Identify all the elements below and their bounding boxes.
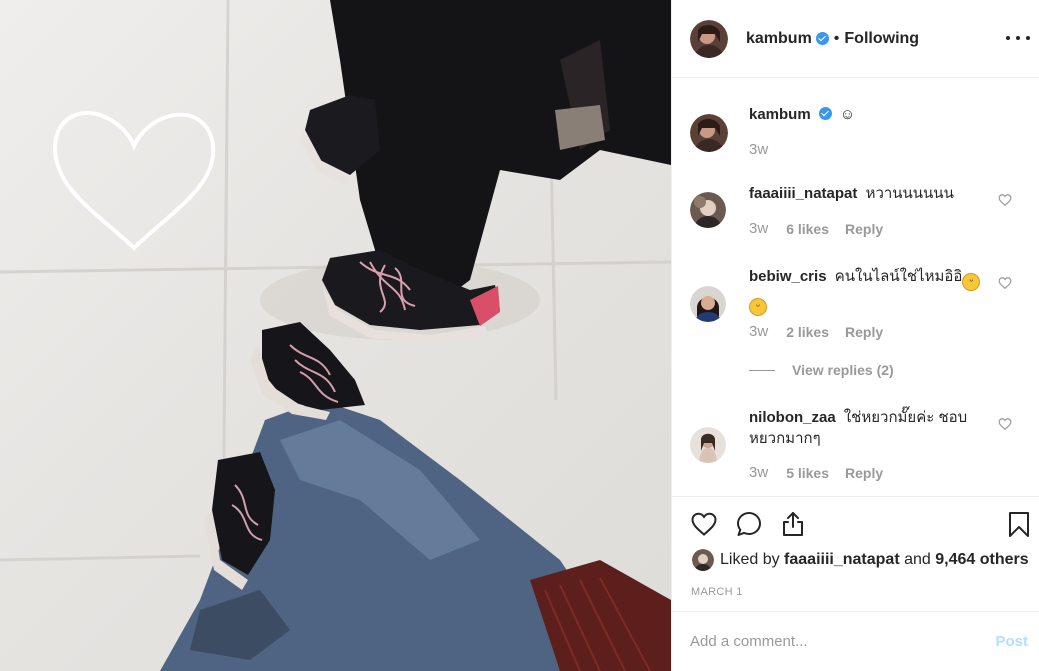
comment-likes[interactable]: 2 likes	[786, 324, 829, 340]
caption-meta: 3w	[749, 141, 786, 158]
comment-input[interactable]	[690, 633, 996, 650]
author-username[interactable]: kambum	[746, 30, 812, 48]
verified-badge-icon	[815, 32, 829, 45]
comment-body: bebiw_cris คนในไลน์ใช่ไหมอิอิ ᵕ ᵕ	[749, 266, 994, 316]
grinning-emoji-icon: ᵕ	[962, 273, 981, 291]
caption-body: kambum ☺	[749, 104, 994, 125]
view-replies-line	[749, 369, 775, 371]
comment-like-heart-icon[interactable]	[998, 193, 1012, 207]
caption-avatar[interactable]	[690, 114, 728, 152]
comment-likes[interactable]: 6 likes	[786, 221, 829, 237]
commenter-avatar[interactable]	[690, 427, 726, 463]
liked-by-row: Liked by faaaiiii_natapat and 9,464 othe…	[692, 549, 1029, 571]
comment-body: nilobon_zaa ใช่หยวกมั๊ยค่ะ ชอบหยวกมากๆ	[749, 407, 994, 449]
comment-time[interactable]: 3w	[749, 464, 768, 481]
reply-button[interactable]: Reply	[845, 221, 883, 237]
comment-time[interactable]: 3w	[749, 323, 768, 340]
following-button[interactable]: Following	[844, 30, 919, 48]
commenter-avatar[interactable]	[690, 286, 726, 322]
header-separator: •	[833, 29, 840, 47]
grinning-emoji-icon: ᵕ	[749, 298, 767, 316]
caption-username[interactable]: kambum	[749, 106, 811, 123]
comment-meta: 3w 5 likes Reply	[749, 464, 899, 481]
comment-likes[interactable]: 5 likes	[786, 465, 829, 481]
comment-meta: 3w 2 likes Reply	[749, 323, 899, 340]
comment-text: หวานนนนนน	[865, 185, 954, 202]
verified-badge-icon	[818, 107, 832, 120]
comment-username[interactable]: bebiw_cris	[749, 268, 827, 285]
post-detail-panel: kambum • Following kambum ☺ 3w faaaiiii_…	[671, 0, 1039, 671]
post-header: kambum • Following	[672, 0, 1039, 78]
share-icon[interactable]	[779, 510, 807, 538]
liked-by-user[interactable]: faaaiiii_natapat	[784, 551, 900, 568]
commenter-avatar[interactable]	[690, 192, 726, 228]
liker-avatar[interactable]	[692, 549, 714, 571]
reply-button[interactable]: Reply	[845, 324, 883, 340]
author-avatar[interactable]	[690, 19, 728, 58]
liked-by-prefix: Liked by	[720, 551, 780, 568]
photo-scene	[0, 0, 671, 671]
add-comment-bar: Post	[672, 611, 1039, 671]
caption-time[interactable]: 3w	[749, 141, 768, 158]
comment-time[interactable]: 3w	[749, 220, 768, 237]
more-options-icon[interactable]	[1006, 28, 1030, 48]
comment-like-heart-icon[interactable]	[998, 417, 1012, 431]
post-photo	[0, 0, 671, 671]
post-button[interactable]: Post	[995, 633, 1028, 650]
post-date[interactable]: MARCH 1	[691, 586, 743, 598]
comment-username[interactable]: nilobon_zaa	[749, 409, 836, 426]
heart-icon[interactable]	[690, 510, 718, 538]
comment-username[interactable]: faaaiiii_natapat	[749, 185, 857, 202]
liked-by-and: and	[904, 551, 931, 568]
heart-sticker	[52, 110, 216, 251]
liked-by-text: Liked by faaaiiii_natapat and 9,464 othe…	[720, 551, 1029, 569]
comments-list: kambum ☺ 3w faaaiiii_natapat หวานนนนนน 3…	[672, 79, 1039, 495]
bookmark-icon[interactable]	[1005, 510, 1033, 538]
post-actions: Liked by faaaiiii_natapat and 9,464 othe…	[672, 496, 1039, 611]
liked-by-others[interactable]: 9,464 others	[935, 551, 1028, 568]
reply-button[interactable]: Reply	[845, 465, 883, 481]
view-replies-label: View replies (2)	[792, 362, 894, 378]
caption-text: ☺	[839, 106, 856, 123]
comment-body: faaaiiii_natapat หวานนนนนน	[749, 183, 994, 204]
comment-like-heart-icon[interactable]	[998, 276, 1012, 290]
comment-icon[interactable]	[735, 510, 763, 538]
comment-text: คนในไลน์ใช่ไหมอิอิ	[834, 268, 963, 285]
view-replies-button[interactable]: View replies (2)	[749, 362, 894, 378]
comment-meta: 3w 6 likes Reply	[749, 220, 899, 237]
